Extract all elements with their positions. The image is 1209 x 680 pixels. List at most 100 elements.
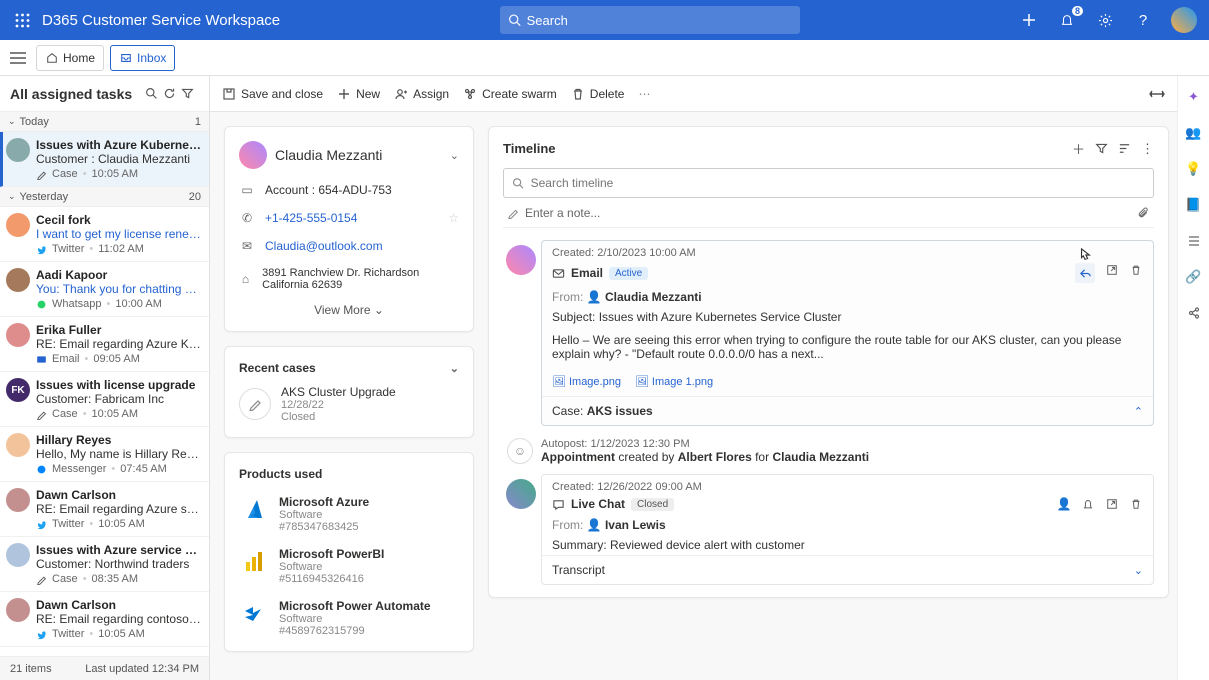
link-icon[interactable]: 🔗 [1185, 268, 1203, 286]
open-icon[interactable] [1105, 497, 1119, 511]
delete-icon[interactable] [1129, 263, 1143, 277]
task-item[interactable]: Dawn CarlsonRE: Email regarding Azure se… [0, 482, 209, 537]
attachment[interactable]: 🖼 Image 1.png [635, 375, 713, 388]
command-bar: Save and close New Assign Create swarm D… [210, 76, 1177, 112]
expand-icon[interactable] [1149, 89, 1165, 99]
pencil-icon [36, 409, 47, 420]
case-item[interactable]: AKS Cluster Upgrade 12/28/22 Closed [239, 385, 459, 423]
product-item[interactable]: Microsoft Power AutomateSoftware#4589762… [239, 599, 459, 637]
create-swarm-button[interactable]: Create swarm [463, 87, 557, 101]
save-close-button[interactable]: Save and close [222, 87, 323, 101]
avatar [506, 245, 536, 275]
sort-icon[interactable] [1118, 142, 1131, 155]
chevron-down-icon[interactable]: ⌄ [450, 149, 459, 162]
tab-inbox[interactable]: Inbox [110, 45, 175, 71]
product-item[interactable]: Microsoft PowerBISoftware#5116945326416 [239, 547, 459, 585]
assign-button[interactable]: Assign [394, 87, 449, 101]
filter-icon[interactable] [1095, 142, 1108, 155]
customer-name: Claudia Mezzanti [275, 147, 442, 163]
avatar [6, 138, 30, 162]
more-icon[interactable]: ⋮ [1141, 141, 1154, 157]
idea-icon[interactable]: 💡 [1185, 160, 1203, 178]
task-item[interactable]: Erika FullerRE: Email regarding Azure Ku… [0, 317, 209, 372]
share-icon[interactable] [1185, 304, 1203, 322]
filter-icon[interactable] [181, 87, 199, 100]
email-icon [36, 354, 47, 365]
tasklist-title: All assigned tasks [10, 86, 145, 102]
search-icon[interactable] [145, 87, 163, 100]
twitter-icon [36, 629, 47, 640]
settings-icon[interactable] [1095, 10, 1115, 30]
copilot-icon[interactable]: ✦ [1185, 88, 1203, 106]
avatar [6, 268, 30, 292]
task-item[interactable]: Hillary ReyesHello, My name is Hillary R… [0, 427, 209, 482]
refresh-icon[interactable] [163, 87, 181, 100]
task-item[interactable]: Cecil forkI want to get my license renew… [0, 207, 209, 262]
add-icon[interactable]: ＋ [1072, 139, 1085, 158]
case-icon [239, 388, 271, 420]
avatar [6, 323, 30, 347]
avatar [6, 213, 30, 237]
tasklist-group[interactable]: ⌄Today1 [0, 112, 209, 132]
autopost: ☺ Autopost: 1/12/2023 12:30 PM Appointme… [541, 426, 1154, 464]
attachment[interactable]: 🖼 Image.png [552, 375, 621, 388]
task-item[interactable]: FKIssues with license upgradeCustomer: F… [0, 372, 209, 427]
tasklist-updated: Last updated 12:34 PM [85, 663, 199, 675]
tab-home-label: Home [63, 51, 95, 65]
twitter-icon [36, 244, 47, 255]
delete-button[interactable]: Delete [571, 87, 625, 101]
task-item[interactable]: Issues with Azure service errorsCustomer… [0, 537, 209, 592]
chevron-down-icon[interactable]: ⌄ [450, 362, 459, 375]
expand-icon[interactable]: ⌄ [1134, 564, 1143, 577]
knowledge-icon[interactable]: 📘 [1185, 196, 1203, 214]
more-button[interactable]: ⋯ [638, 87, 650, 101]
view-more-button[interactable]: View More ⌄ [239, 303, 459, 317]
timeline-search-input[interactable] [531, 176, 1145, 190]
right-rail: ✦ 👥 💡 📘 🔗 [1177, 76, 1209, 680]
pencil-icon [36, 169, 47, 180]
notify-icon[interactable] [1081, 497, 1095, 511]
tasklist-group[interactable]: ⌄Yesterday20 [0, 187, 209, 207]
timeline-search[interactable] [503, 168, 1154, 198]
teams-icon[interactable]: 👥 [1185, 124, 1203, 142]
global-search[interactable] [500, 6, 800, 34]
list-icon[interactable] [1185, 232, 1203, 250]
timeline-note[interactable]: Enter a note... [503, 198, 1154, 228]
hamburger-icon[interactable] [6, 46, 30, 70]
whatsapp-icon [36, 299, 47, 310]
autopost-icon: ☺ [507, 438, 533, 464]
customer-email[interactable]: Claudia@outlook.com [265, 239, 383, 253]
waffle-icon[interactable] [8, 6, 36, 34]
tab-home[interactable]: Home [36, 45, 104, 71]
help-icon[interactable]: ? [1133, 10, 1153, 30]
collapse-icon[interactable]: ⌃ [1134, 405, 1143, 418]
reply-icon[interactable] [1075, 263, 1095, 283]
star-icon[interactable]: ☆ [448, 211, 459, 225]
product-logo [239, 599, 269, 629]
timeline-title: Timeline [503, 141, 1062, 156]
global-search-input[interactable] [527, 13, 792, 28]
user-avatar[interactable] [1171, 7, 1197, 33]
open-icon[interactable] [1105, 263, 1119, 277]
avatar: FK [6, 378, 30, 402]
task-item[interactable]: Dawn CarlsonRE: Email regarding contoso … [0, 592, 209, 647]
product-logo [239, 495, 269, 525]
notifications-icon[interactable]: 8 [1057, 10, 1077, 30]
product-item[interactable]: Microsoft AzureSoftware#785347683425 [239, 495, 459, 533]
email-icon: ✉ [239, 239, 255, 253]
avatar [6, 598, 30, 622]
timeline-item[interactable]: Created: 12/26/2022 09:00 AM Live Chat C… [541, 474, 1154, 585]
add-icon[interactable] [1019, 10, 1039, 30]
customer-phone[interactable]: +1-425-555-0154 [265, 211, 357, 225]
assign-icon[interactable]: 👤 [1057, 497, 1071, 511]
messenger-icon [36, 464, 47, 475]
delete-icon[interactable] [1129, 497, 1143, 511]
new-button[interactable]: New [337, 87, 380, 101]
tab-bar: Home Inbox [0, 40, 1209, 76]
timeline-item[interactable]: Created: 2/10/2023 10:00 AM Email Active [541, 240, 1154, 426]
task-item[interactable]: Issues with Azure Kubernetes Service Clu… [0, 132, 209, 187]
attachment-icon[interactable] [1137, 206, 1150, 219]
timeline-card: Timeline ＋ ⋮ Enter a note... [488, 126, 1169, 598]
briefcase-icon: ▭ [239, 183, 255, 197]
task-item[interactable]: Aadi KapoorYou: Thank you for chatting w… [0, 262, 209, 317]
